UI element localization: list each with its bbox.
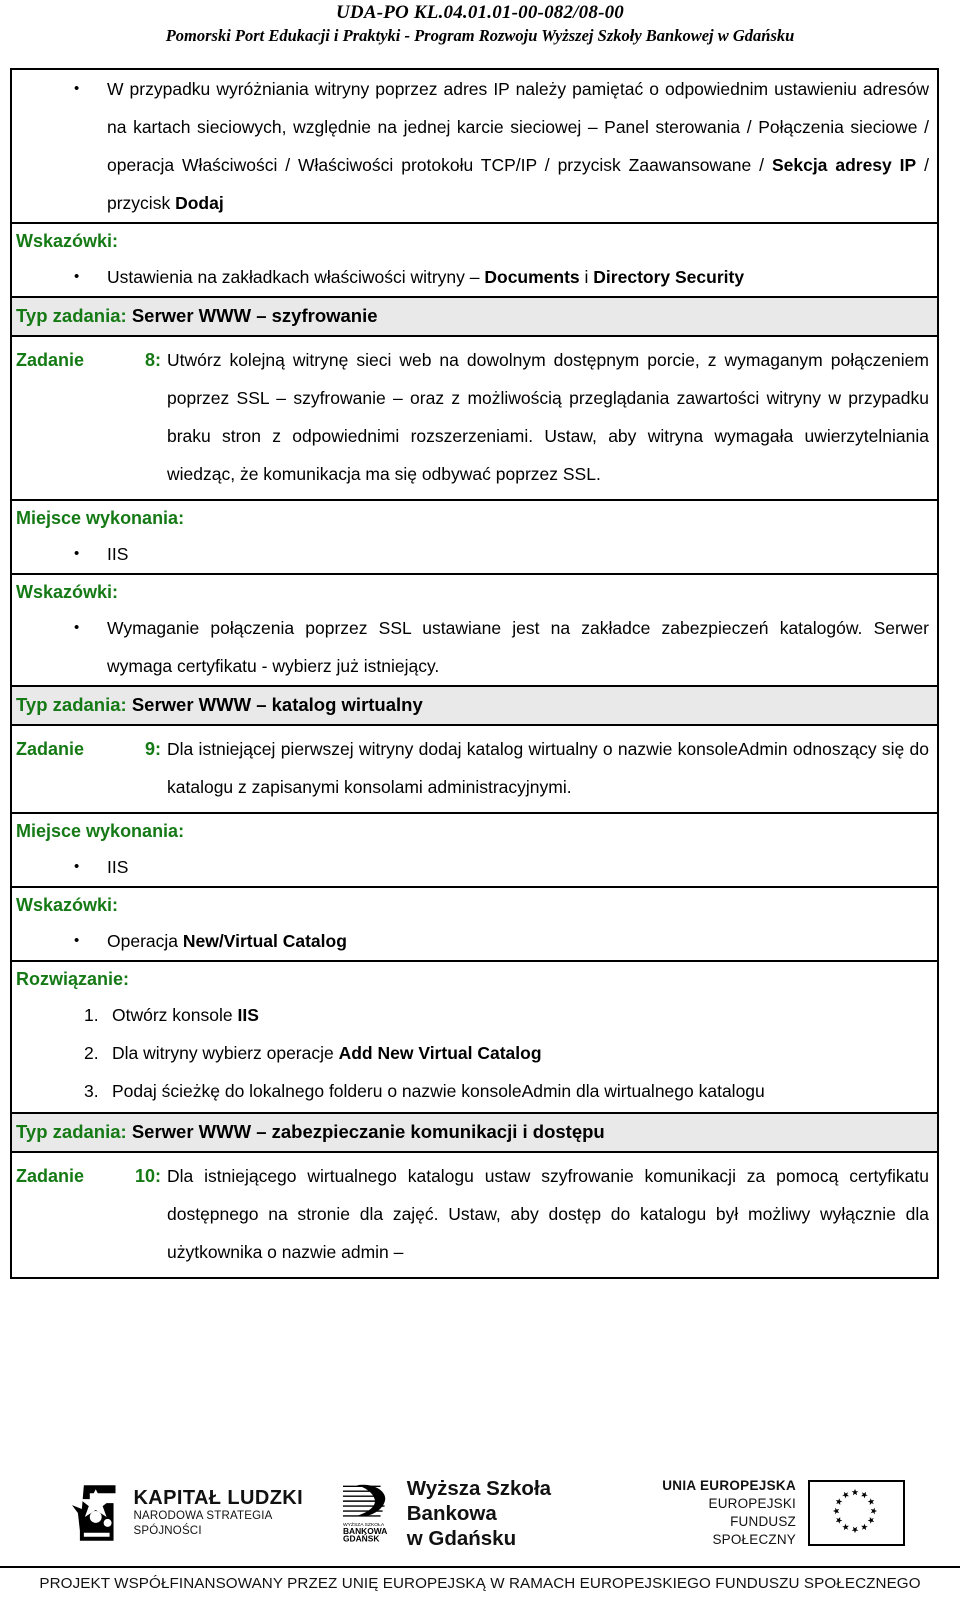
list-item: Wymaganie połączenia poprzez SSL ustawia… — [12, 609, 937, 685]
rozwiazanie-label: Rozwiązanie: — [16, 969, 130, 989]
wskazowki-9-bold: New/Virtual Catalog — [182, 931, 347, 951]
typ-zadania-9: Typ zadania: Serwer WWW – katalog wirtua… — [12, 687, 937, 724]
zadanie-9-tag: Zadanie 9: — [16, 739, 161, 759]
table-row-typ-zadania: Typ zadania: Serwer WWW – zabezpieczanie… — [12, 1114, 937, 1153]
list-item: Dla witryny wybierz operacje Add New Vir… — [12, 1034, 929, 1072]
tip-ip-list: W przypadku wyróżniania witryny poprzez … — [12, 70, 937, 222]
wsb-line-1: Wyższa Szkoła Bankowa — [406, 1476, 552, 1525]
page-footer: KAPITAŁ LUDZKI NARODOWA STRATEGIA SPÓJNO… — [0, 1470, 960, 1592]
hint-tabs-list: Ustawienia na zakładkach właściwości wit… — [12, 258, 937, 296]
step-3-pre: Podaj ścieżkę do lokalnego folderu o naz… — [112, 1081, 765, 1101]
zadanie-10: Zadanie 10: Dla istniejącego wirtualnego… — [12, 1153, 937, 1277]
kapital-ludzki-subtitle: NARODOWA STRATEGIA SPÓJNOŚCI — [133, 1510, 272, 1537]
zadanie-9-text: Dla istniejącej pierwszej witryny dodaj … — [167, 739, 929, 797]
tip-ip-bold-section: Sekcja adresy IP — [771, 155, 917, 175]
kapital-ludzki-logo: KAPITAŁ LUDZKI NARODOWA STRATEGIA SPÓJNO… — [70, 1483, 341, 1543]
table-row: Wskazówki: Operacja New/Virtual Catalog — [12, 888, 937, 962]
kapital-ludzki-title: KAPITAŁ LUDZKI — [133, 1487, 304, 1509]
page-header: UDA-PO KL.04.01.01-00-082/08-00 Pomorski… — [0, 0, 960, 47]
hint-tabs-documents: Documents — [484, 267, 580, 287]
typ-zadania-10: Typ zadania: Serwer WWW – zabezpieczanie… — [12, 1114, 937, 1151]
zadanie-10-tag: Zadanie 10: — [16, 1166, 161, 1186]
step-2-bold: Add New Virtual Catalog — [338, 1043, 542, 1063]
zadanie-8-text: Utwórz kolejną witrynę sieci web na dowo… — [167, 350, 929, 484]
table-row: Rozwiązanie: Otwórz konsole IIS Dla witr… — [12, 962, 937, 1114]
typ-zadania-value: Serwer WWW – zabezpieczanie komunikacji … — [131, 1121, 605, 1142]
table-row: Zadanie 8: Utwórz kolejną witrynę sieci … — [12, 337, 937, 501]
project-code: UDA-PO KL.04.01.01-00-082/08-00 — [335, 2, 624, 23]
typ-zadania-value: Serwer WWW – szyfrowanie — [131, 305, 378, 326]
eu-stars-icon — [832, 1488, 878, 1534]
zadanie-8: Zadanie 8: Utwórz kolejną witrynę sieci … — [12, 337, 937, 499]
list-item: Ustawienia na zakładkach właściwości wit… — [12, 258, 937, 296]
tip-ip-bold-dodaj: Dodaj — [175, 193, 224, 213]
miejsce-wykonania-label: Miejsce wykonania: — [16, 821, 185, 841]
wsb-logo: WYŻSZA SZKOŁA BANKOWA GDAŃSK Wyższa Szko… — [341, 1476, 644, 1551]
list-item: W przypadku wyróżniania witryny poprzez … — [12, 70, 937, 222]
wsb-text: Wyższa Szkoła Bankowa w Gdańsku — [407, 1476, 645, 1551]
list-item: Podaj ścieżkę do lokalnego folderu o naz… — [12, 1072, 929, 1110]
project-title: Pomorski Port Edukacji i Praktyki - Prog… — [165, 26, 795, 45]
footer-note: PROJEKT WSPÓŁFINANSOWANY PRZEZ UNIĘ EURO… — [0, 1566, 960, 1592]
table-row: Miejsce wykonania: IIS — [12, 814, 937, 888]
typ-zadania-label: Typ zadania: — [16, 1121, 127, 1142]
step-2-pre: Dla witryny wybierz operacje — [112, 1043, 339, 1063]
wskazowki-9-list: Operacja New/Virtual Catalog — [12, 922, 937, 960]
list-item: IIS — [12, 848, 937, 886]
eu-logo: UNIA EUROPEJSKA EUROPEJSKI FUNDUSZ SPOŁE… — [644, 1477, 905, 1549]
eu-flag-icon — [808, 1480, 905, 1546]
hint-tabs-pre: Ustawienia na zakładkach właściwości wit… — [107, 267, 485, 287]
hint-tabs-directory-security: Directory Security — [593, 267, 745, 287]
eu-line-2: EUROPEJSKI — [708, 1496, 797, 1511]
table-row: W przypadku wyróżniania witryny poprzez … — [12, 70, 937, 224]
list-item: Operacja New/Virtual Catalog — [12, 922, 937, 960]
table-row: Wskazówki: Ustawienia na zakładkach właś… — [12, 224, 937, 298]
table-row: Wskazówki: Wymaganie połączenia poprzez … — [12, 575, 937, 687]
wskazowki-8-list: Wymaganie połączenia poprzez SSL ustawia… — [12, 609, 937, 685]
list-item: IIS — [12, 535, 937, 573]
list-item: Otwórz konsole IIS — [12, 996, 929, 1034]
table-row: Zadanie 9: Dla istniejącej pierwszej wit… — [12, 726, 937, 814]
typ-zadania-label: Typ zadania: — [16, 305, 127, 326]
table-row-typ-zadania: Typ zadania: Serwer WWW – katalog wirtua… — [12, 687, 937, 726]
kapital-ludzki-text: KAPITAŁ LUDZKI NARODOWA STRATEGIA SPÓJNO… — [133, 1487, 341, 1539]
eu-line-1: UNIA EUROPEJSKA — [662, 1478, 797, 1493]
eu-text: UNIA EUROPEJSKA EUROPEJSKI FUNDUSZ SPOŁE… — [644, 1477, 796, 1549]
typ-zadania-8: Typ zadania: Serwer WWW – szyfrowanie — [12, 298, 937, 335]
wskazowki-9-pre: Operacja — [107, 931, 183, 951]
wsb-line-2: w Gdańsku — [406, 1526, 517, 1550]
footer-logo-strip: KAPITAŁ LUDZKI NARODOWA STRATEGIA SPÓJNO… — [0, 1470, 960, 1556]
typ-zadania-value: Serwer WWW – katalog wirtualny — [131, 694, 423, 715]
rozwiazanie-9-list: Otwórz konsole IIS Dla witryny wybierz o… — [12, 996, 937, 1112]
eu-line-3: FUNDUSZ SPOŁECZNY — [712, 1514, 797, 1547]
hint-tabs-mid: i — [579, 267, 594, 287]
miejsce-8-list: IIS — [12, 535, 937, 573]
wskazowki-label: Wskazówki: — [16, 895, 119, 915]
table-row: Miejsce wykonania: IIS — [12, 501, 937, 575]
table-row: Zadanie 10: Dla istniejącego wirtualnego… — [12, 1153, 937, 1277]
table-row-typ-zadania: Typ zadania: Serwer WWW – szyfrowanie — [12, 298, 937, 337]
wsb-mark-line3: GDAŃSK — [343, 1533, 379, 1544]
miejsce-wykonania-label: Miejsce wykonania: — [16, 508, 185, 528]
kapital-ludzki-mark-icon — [71, 1485, 116, 1541]
zadanie-9: Zadanie 9: Dla istniejącej pierwszej wit… — [12, 726, 937, 812]
zadanie-10-text: Dla istniejącego wirtualnego katalogu us… — [167, 1166, 929, 1262]
step-1-pre: Otwórz konsole — [112, 1005, 238, 1025]
step-1-bold: IIS — [237, 1005, 259, 1025]
miejsce-9-list: IIS — [12, 848, 937, 886]
typ-zadania-label: Typ zadania: — [16, 694, 127, 715]
task-table: W przypadku wyróżniania witryny poprzez … — [10, 68, 939, 1279]
wskazowki-label: Wskazówki: — [16, 231, 119, 251]
wsb-mark-icon: WYŻSZA SZKOŁA BANKOWA GDAŃSK — [343, 1484, 388, 1544]
wskazowki-label: Wskazówki: — [16, 582, 119, 602]
zadanie-8-tag: Zadanie 8: — [16, 350, 161, 370]
